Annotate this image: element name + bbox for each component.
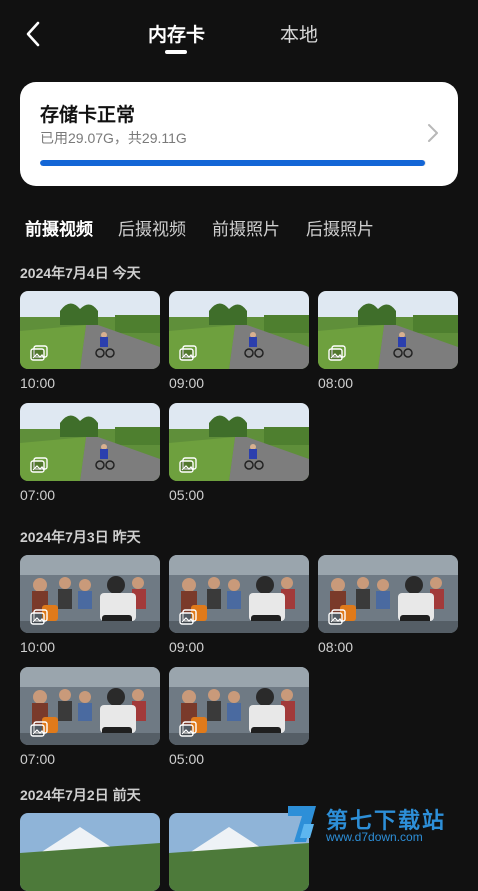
album-icon — [179, 457, 197, 473]
media-thumbnail[interactable] — [20, 667, 160, 745]
tab-active-indicator — [165, 50, 187, 54]
album-icon — [328, 345, 346, 361]
storage-status-title: 存储卡正常 — [40, 105, 136, 126]
media-thumbnail[interactable] — [169, 667, 309, 745]
album-icon — [179, 345, 197, 361]
thumbnail-time: 09:00 — [169, 639, 205, 655]
top-bar: 内存卡 本地 — [0, 0, 478, 70]
album-icon — [30, 457, 48, 473]
date-header: 2024年7月4日 今天 — [20, 265, 141, 281]
thumbnail-time: 08:00 — [318, 375, 354, 391]
thumbnail-time: 10:00 — [20, 375, 56, 391]
chevron-right-icon — [428, 124, 438, 142]
watermark-logo-icon — [288, 806, 316, 842]
media-thumbnail[interactable] — [318, 291, 458, 369]
tab-local[interactable]: 本地 — [280, 20, 318, 47]
chevron-left-icon — [26, 21, 40, 47]
storage-status-card[interactable]: 存储卡正常 已用29.07G，共29.11G — [20, 82, 458, 186]
storage-progress-bar — [40, 160, 426, 166]
album-icon — [30, 345, 48, 361]
category-rear-video[interactable]: 后摄视频 — [118, 215, 186, 240]
album-icon — [30, 721, 48, 737]
thumbnail-time: 05:00 — [169, 487, 205, 503]
media-thumbnail[interactable] — [20, 555, 160, 633]
category-front-video[interactable]: 前摄视频 — [25, 215, 93, 240]
category-rear-photo[interactable]: 后摄照片 — [306, 215, 374, 240]
thumbnail-time: 08:00 — [318, 639, 354, 655]
media-thumbnail[interactable] — [20, 403, 160, 481]
category-front-photo[interactable]: 前摄照片 — [212, 215, 280, 240]
back-button[interactable] — [20, 18, 48, 50]
tab-memory-card[interactable]: 内存卡 — [148, 20, 205, 47]
watermark-url: www.d7down.com — [326, 830, 423, 844]
date-header: 2024年7月2日 前天 — [20, 787, 141, 803]
album-icon — [179, 609, 197, 625]
media-thumbnail[interactable] — [20, 813, 160, 891]
media-thumbnail[interactable] — [20, 291, 160, 369]
date-header: 2024年7月3日 昨天 — [20, 529, 141, 545]
media-thumbnail[interactable] — [318, 555, 458, 633]
site-watermark: 第七下载站 www.d7down.com — [284, 800, 474, 850]
storage-usage-text: 已用29.07G，共29.11G — [40, 130, 187, 146]
storage-progress-fill — [40, 160, 426, 166]
thumbnail-time: 05:00 — [169, 751, 205, 767]
album-icon — [328, 609, 346, 625]
thumbnail-time: 07:00 — [20, 487, 56, 503]
media-thumbnail[interactable] — [169, 403, 309, 481]
media-thumbnail[interactable] — [169, 555, 309, 633]
media-thumbnail[interactable] — [169, 291, 309, 369]
thumbnail-time: 10:00 — [20, 639, 56, 655]
album-icon — [179, 721, 197, 737]
thumbnail-time: 09:00 — [169, 375, 205, 391]
thumbnail-time: 07:00 — [20, 751, 56, 767]
album-icon — [30, 609, 48, 625]
